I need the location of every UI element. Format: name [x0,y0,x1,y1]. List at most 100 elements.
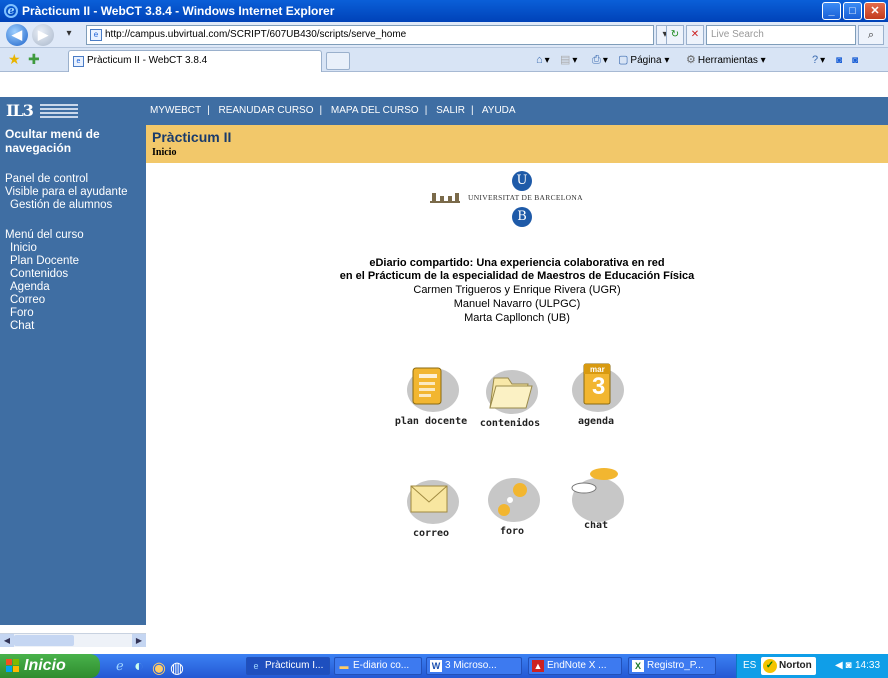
page-heading-line2: en el Prácticum de la especialidad de Ma… [339,270,695,282]
nav-help[interactable]: AYUDA [482,105,516,116]
tool-agenda[interactable]: mar 3 agenda [556,362,636,427]
address-bar-row: ◀ ▶ ▾ e http://campus.ubvirtual.com/SCRI… [0,22,888,48]
task-ediario[interactable]: ▬ E-diario co... [334,657,422,675]
address-input[interactable]: e http://campus.ubvirtual.com/SCRIPT/607… [86,25,654,45]
breadcrumb: Inicio [152,147,177,158]
tools-menu[interactable]: ⚙ Herramientas ▾ [686,52,766,69]
page-menu-label: Página [630,55,662,66]
hide-nav-menu-link[interactable]: Ocultar menú de navegación [5,127,145,155]
quicklaunch-icon-2[interactable]: ◐ [134,658,144,676]
refresh-button[interactable]: ↻ [666,25,684,45]
forum-icon [498,483,527,516]
clock: 14:33 [855,660,881,671]
new-tab-button[interactable] [326,52,350,70]
favorites-star-icon[interactable]: ★ [8,52,21,66]
sidebar-course-menu-title: Menú del curso [5,229,84,241]
norton-label: Norton [779,660,812,671]
scrollbar-thumb[interactable] [14,635,74,646]
sidebar-visible-assistant[interactable]: Visible para el ayudante [5,186,128,199]
tool-label-foro: foro [499,526,525,537]
page-menu[interactable]: ▢ Página ▾ [618,52,669,69]
tool-foro[interactable]: foro [472,472,552,537]
quicklaunch-ie-icon[interactable]: ℯ [116,658,124,674]
nav-mywebct[interactable]: MYWEBCT [150,105,201,116]
sidebar-item-plan-docente[interactable]: Plan Docente [10,255,79,268]
sidebar-item-correo[interactable]: Correo [10,294,45,307]
sidebar-item-agenda[interactable]: Agenda [10,281,50,294]
task-folder-icon: ▬ [339,661,349,671]
sidebar-control-panel[interactable]: Panel de control [5,173,88,186]
search-input[interactable]: Live Search [706,25,856,45]
back-button[interactable]: ◀ [6,24,28,46]
task-word[interactable]: W 3 Microso... [426,657,522,675]
ub-logo-b-icon: B [512,207,532,227]
close-button[interactable]: ✕ [864,2,886,20]
research-icon[interactable]: ◙ [836,52,842,69]
tray-icons[interactable]: ◀ ◙ [835,654,852,678]
university-name: UNIVERSITAT DE BARCELONA [468,193,583,202]
envelope-icon [410,485,448,513]
ub-building-icon [430,193,460,203]
task-excel-icon: X [632,660,644,672]
norton-check-icon: ✓ [763,659,777,673]
language-indicator[interactable]: ES [743,654,756,678]
add-favorite-icon[interactable]: ✚ [28,52,40,66]
folder-icon [489,377,533,409]
task-practicum-label: Pràcticum I... [265,660,324,671]
sidebar-item-foro[interactable]: Foro [10,307,34,320]
search-button[interactable]: ⌕ [858,25,884,45]
tool-label-correo: correo [412,528,450,539]
task-endnote-label: EndNote X ... [547,660,607,671]
quicklaunch-icon-3[interactable]: ◉ [152,658,166,678]
il3-logo-text: IL3 [6,101,34,120]
task-practicum[interactable]: e Pràcticum I... [246,657,330,675]
university-logo: U B UNIVERSITAT DE BARCELONA [430,171,610,229]
nav-course-map[interactable]: MAPA DEL CURSO [331,105,419,116]
nav-resume-course[interactable]: REANUDAR CURSO [219,105,314,116]
task-ediario-label: E-diario co... [353,660,410,671]
nav-logout[interactable]: SALIR [436,105,465,116]
maximize-button[interactable]: □ [843,2,862,20]
task-excel-label: Registro_P... [647,660,704,671]
feeds-icon[interactable]: ▤ ▾ [560,52,577,69]
tool-correo[interactable]: correo [391,474,471,539]
sidebar-manage-students[interactable]: Gestión de alumnos [10,199,112,212]
forward-button[interactable]: ▶ [32,24,54,46]
tab-command-bar: ★ ✚ e Pràcticum II - WebCT 3.8.4 ⌂ ▾ ▤ ▾ ⎙… [0,48,888,72]
sidebar-horizontal-scrollbar[interactable]: ◀ ▶ [0,633,146,647]
tool-chat[interactable]: chat [556,466,636,531]
tab-title: Pràcticum II - WebCT 3.8.4 [87,55,208,66]
help-icon[interactable]: ? ▾ [812,52,825,69]
scroll-right-icon[interactable]: ▶ [132,634,146,647]
history-dropdown-icon[interactable]: ▾ [60,25,78,45]
sidebar-item-contenidos[interactable]: Contenidos [10,268,68,281]
task-excel[interactable]: X Registro_P... [628,657,716,675]
home-icon[interactable]: ⌂ ▾ [536,52,550,69]
calendar-day: 3 [592,373,606,400]
tool-contenidos[interactable]: contenidos [470,364,550,429]
minimize-button[interactable]: _ [822,2,841,20]
task-word-icon: W [430,660,442,672]
start-button[interactable]: Inicio [0,654,100,678]
messenger-icon[interactable]: ◙ [852,52,858,69]
windows-flag-icon [6,659,20,673]
sidebar-item-chat[interactable]: Chat [10,320,34,333]
stop-button[interactable]: ✕ [686,25,704,45]
chat-bubble-icon [571,468,618,494]
tool-label-contenidos: contenidos [479,418,541,429]
address-text: http://campus.ubvirtual.com/SCRIPT/607UB… [105,29,407,40]
scroll-left-icon[interactable]: ◀ [0,634,14,647]
authors-line3: Marta Capllonch (UB) [464,312,570,324]
norton-badge[interactable]: ✓ Norton [761,657,816,675]
tool-plan-docente[interactable]: plan docente [391,362,471,427]
webct-top-nav: MYWEBCT | REANUDAR CURSO | MAPA DEL CURSO |… [150,105,516,116]
tab-current[interactable]: e Pràcticum II - WebCT 3.8.4 [68,50,322,72]
tools-menu-label: Herramientas [697,55,758,66]
task-endnote[interactable]: ▲ EndNote X ... [528,657,622,675]
authors-line1: Carmen Trigueros y Enrique Rivera (UGR) [413,284,621,296]
search-placeholder: Live Search [711,29,764,40]
task-ie-icon: e [253,661,259,671]
sidebar-item-inicio[interactable]: Inicio [10,242,37,255]
quicklaunch-icon-4[interactable]: ◍ [170,658,184,678]
print-icon[interactable]: ⎙ ▾ [592,52,608,69]
